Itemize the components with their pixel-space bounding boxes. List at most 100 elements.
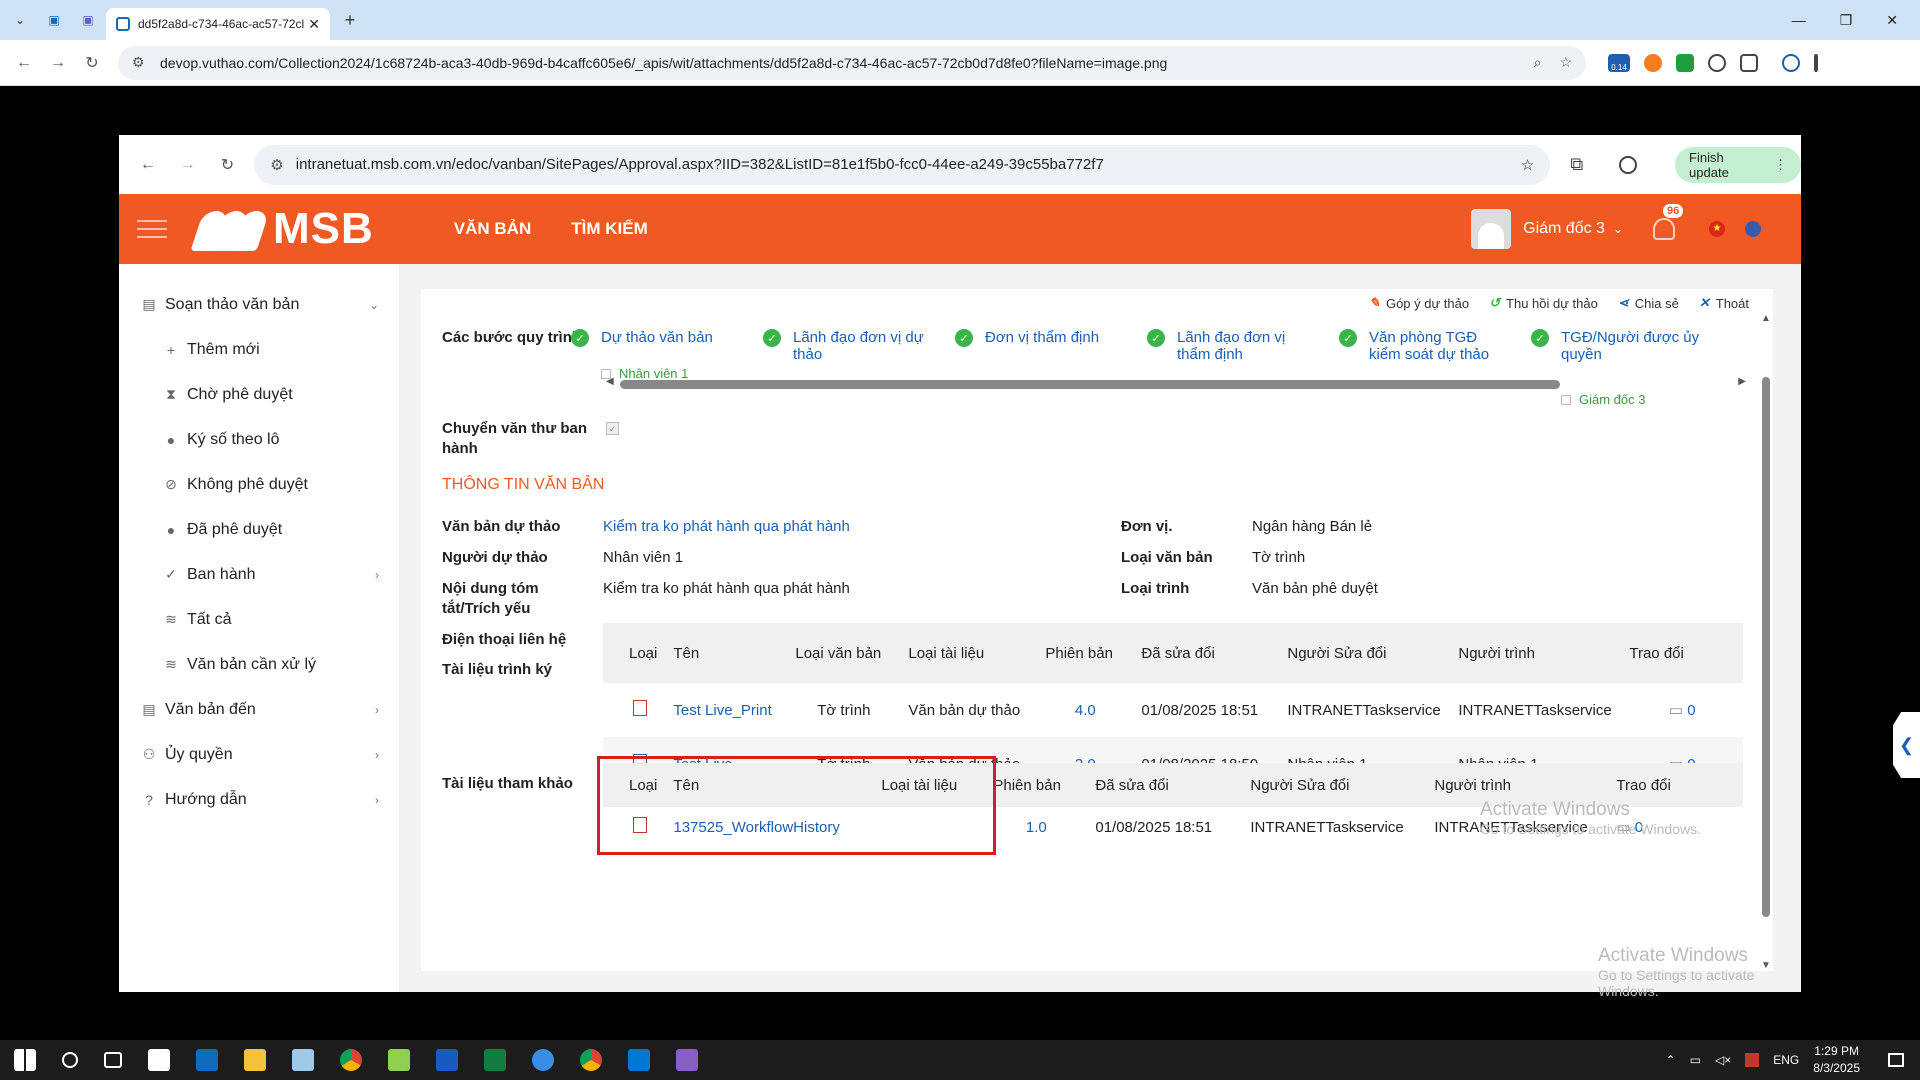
volume-icon[interactable]: ◁× <box>1715 1053 1731 1067</box>
close-tab-icon[interactable]: ✕ <box>308 16 320 33</box>
zoom-icon[interactable]: ⌕ <box>1534 54 1542 71</box>
side-panel-toggle-icon[interactable]: ❮ <box>1893 712 1920 778</box>
thoat-button[interactable]: ✕ Thoát <box>1699 295 1749 311</box>
notepad-icon[interactable] <box>388 1049 410 1071</box>
chat-app-icon[interactable] <box>532 1049 554 1071</box>
inner-address-bar[interactable]: ⚙ intranetuat.msb.com.vn/edoc/vanban/Sit… <box>254 144 1551 185</box>
chrome-icon[interactable] <box>340 1049 362 1071</box>
inner-bookmark-icon[interactable]: ☆ <box>1521 156 1534 174</box>
search-icon[interactable] <box>62 1052 78 1068</box>
notion-icon[interactable] <box>148 1049 170 1071</box>
sidebar-item-da-phe-duyet[interactable]: ● Đã phê duyệt <box>119 507 399 552</box>
site-info-icon[interactable]: ⚙ <box>132 54 148 71</box>
outer-active-tab[interactable]: dd5f2a8d-c734-46ac-ac57-72cl ✕ <box>106 8 330 40</box>
notifications-icon[interactable] <box>1888 1053 1904 1067</box>
tray-chevron-icon[interactable]: ⌃ <box>1666 1053 1676 1067</box>
extension-badge-icon[interactable]: 0.14 <box>1608 53 1630 72</box>
outer-address-bar[interactable]: ⚙ devop.vuthao.com/Collection2024/1c6872… <box>118 45 1586 80</box>
uk-flag-icon[interactable] <box>1745 221 1761 237</box>
network-icon[interactable]: ▭ <box>1690 1053 1701 1067</box>
finish-update-button[interactable]: Finish update ⋮ <box>1675 146 1802 183</box>
checkbox-icon[interactable] <box>1561 394 1571 405</box>
extension-circle-icon[interactable] <box>1708 53 1726 72</box>
back-icon[interactable]: ← <box>14 54 34 72</box>
msb-logo[interactable]: MSB <box>190 204 374 254</box>
chia-se-button[interactable]: ⋖ Chia sẻ <box>1618 295 1679 311</box>
scroll-left-icon[interactable]: ◀ <box>606 376 614 387</box>
scroll-thumb[interactable] <box>1762 377 1770 917</box>
workflow-horizontal-scrollbar[interactable]: ◀ ▶ <box>606 376 1746 390</box>
reload-icon[interactable]: ↻ <box>82 53 102 73</box>
sidebar-item-ky-so-theo-lo[interactable]: ● Ký số theo lô <box>119 417 399 462</box>
file-name-link[interactable]: Test Live_Print <box>665 683 787 737</box>
inner-back-icon[interactable]: ← <box>137 156 159 174</box>
task-view-icon[interactable] <box>104 1052 122 1068</box>
nav-van-ban[interactable]: VĂN BẢN <box>454 219 531 239</box>
inner-profile-icon[interactable] <box>1619 155 1638 174</box>
draft-link[interactable]: Kiểm tra ko phát hành qua phát hành <box>603 518 850 535</box>
word-icon[interactable] <box>436 1049 458 1071</box>
pinned-tab-devops[interactable]: ▣ <box>40 6 68 34</box>
bookmark-star-icon[interactable]: ☆ <box>1559 54 1572 71</box>
antivirus-icon[interactable] <box>1745 1053 1760 1067</box>
inner-extensions-icon[interactable]: ⧉ <box>1570 154 1583 175</box>
sidebar-item-tat-ca[interactable]: ≋ Tất cả <box>119 597 399 642</box>
thu-hoi-button[interactable]: ↺ Thu hồi dự thảo <box>1489 295 1598 311</box>
workflow-step-1[interactable]: ✓ Dự thảo văn bản <box>571 329 741 347</box>
sidebar-item-van-ban-den[interactable]: ▤ Văn bản đến › <box>119 687 399 732</box>
profile-icon[interactable] <box>1782 53 1800 72</box>
clock[interactable]: 1:29 PM 8/3/2025 <box>1813 1043 1860 1077</box>
transfer-checkbox[interactable]: ✓ <box>606 422 619 435</box>
sidebar-item-ban-hanh[interactable]: ✓ Ban hành › <box>119 552 399 597</box>
sidebar-group-soan-thao[interactable]: ▤ Soạn thảo văn bản ⌄ <box>119 282 399 327</box>
sidebar-item-khong-phe-duyet[interactable]: ⊘ Không phê duyệt <box>119 462 399 507</box>
extensions-puzzle-icon[interactable] <box>1740 53 1758 72</box>
gop-y-button[interactable]: ✎ Góp ý dự thảo <box>1369 295 1469 311</box>
nav-tim-kiem[interactable]: TÌM KIẾM <box>571 219 648 239</box>
workflow-step-4[interactable]: ✓ Lãnh đạo đơn vị thẩm định <box>1147 329 1317 363</box>
pinned-tab-teams[interactable]: ▣ <box>74 6 102 34</box>
scroll-thumb[interactable] <box>620 380 1560 389</box>
new-tab-icon[interactable]: + <box>336 6 364 34</box>
version-link[interactable]: 1.0 <box>985 807 1087 847</box>
close-window-icon[interactable]: ✕ <box>1886 12 1898 29</box>
user-menu[interactable]: Giám đốc 3 ⌄ 96 ★ <box>1471 204 1801 249</box>
visual-studio-icon[interactable] <box>676 1049 698 1071</box>
sidebar-item-can-xu-ly[interactable]: ≋ Văn bản cần xử lý <box>119 642 399 687</box>
scroll-up-icon[interactable]: ▲ <box>1761 313 1771 324</box>
start-icon[interactable] <box>14 1049 36 1071</box>
sidebar-item-cho-phe-duyet[interactable]: ⧗ Chờ phê duyệt <box>119 372 399 417</box>
extension-green-icon[interactable] <box>1676 53 1694 72</box>
version-link[interactable]: 4.0 <box>1037 683 1133 737</box>
workflow-step-3[interactable]: ✓ Đơn vị thẩm định <box>955 329 1125 347</box>
system-tray: ⌃ ▭ ◁× ENG 1:29 PM 8/3/2025 <box>1666 1043 1920 1077</box>
inner-site-info-icon[interactable]: ⚙ <box>270 156 283 174</box>
comments-link[interactable]: ▭ 0 <box>1621 683 1743 737</box>
inner-forward-icon[interactable]: → <box>177 156 199 174</box>
extension-orange-icon[interactable] <box>1644 53 1662 72</box>
menu-kebab-icon[interactable] <box>1814 53 1818 72</box>
vscode-icon[interactable] <box>628 1049 650 1071</box>
workflow-step-6[interactable]: ✓ TGĐ/Người được ủy quyền <box>1531 329 1701 363</box>
snipping-tool-icon[interactable] <box>292 1049 314 1071</box>
sidebar-item-huong-dan[interactable]: ? Hướng dẫn › <box>119 777 399 822</box>
sidebar-item-them-moi[interactable]: + Thêm mới <box>119 327 399 372</box>
minimize-icon[interactable]: — <box>1792 12 1806 29</box>
hamburger-menu-icon[interactable] <box>137 220 167 238</box>
tab-search-icon[interactable]: ⌄ <box>6 6 34 34</box>
outlook-icon[interactable] <box>196 1049 218 1071</box>
workflow-step-2[interactable]: ✓ Lãnh đạo đơn vị dự thảo <box>763 329 933 363</box>
sidebar-item-uy-quyen[interactable]: ⚇ Ủy quyền › <box>119 732 399 777</box>
main-vertical-scrollbar[interactable]: ▲ ▼ <box>1761 313 1771 971</box>
notification-bell-icon[interactable]: 96 <box>1653 204 1684 240</box>
forward-icon[interactable]: → <box>48 54 68 72</box>
language-indicator[interactable]: ENG <box>1773 1053 1799 1067</box>
vietnam-flag-icon[interactable]: ★ <box>1709 221 1725 237</box>
chrome-profile-icon[interactable] <box>580 1049 602 1071</box>
scroll-right-icon[interactable]: ▶ <box>1738 376 1746 387</box>
file-explorer-icon[interactable] <box>244 1049 266 1071</box>
restore-icon[interactable]: ❐ <box>1840 12 1853 29</box>
workflow-step-5[interactable]: ✓ Văn phòng TGĐ kiểm soát dự thảo <box>1339 329 1509 363</box>
excel-icon[interactable] <box>484 1049 506 1071</box>
inner-reload-icon[interactable]: ↻ <box>217 155 239 175</box>
